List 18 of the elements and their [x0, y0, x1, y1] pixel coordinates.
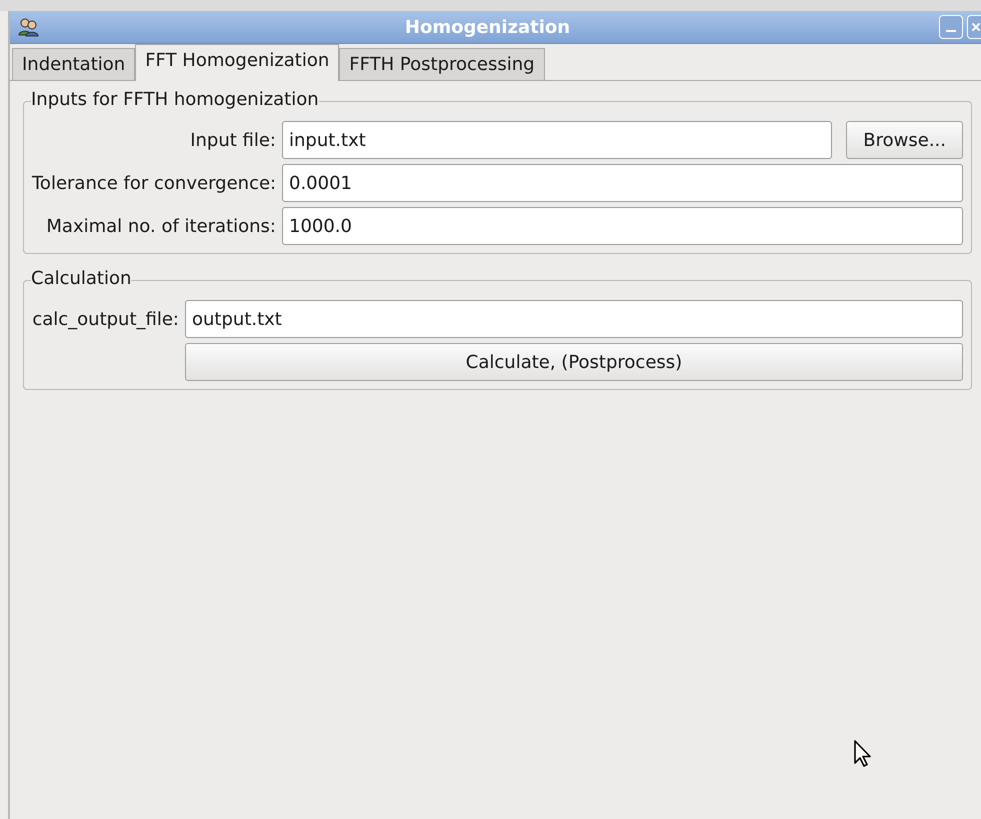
users-icon	[18, 17, 40, 37]
browse-button[interactable]: Browse...	[846, 121, 963, 159]
minimize-button[interactable]	[939, 15, 963, 39]
tab[interactable]: FFTH Postprocessing	[339, 48, 545, 80]
text-field[interactable]: output.txt	[185, 300, 963, 338]
field-label: Tolerance for convergence:	[32, 172, 276, 196]
group-title: Inputs for FFTH homogenization	[31, 88, 319, 112]
tab[interactable]: Indentation	[12, 48, 136, 80]
text-field[interactable]: 0.0001	[282, 164, 963, 202]
field-label: Maximal no. of iterations:	[45, 214, 276, 238]
field-label: Input file:	[189, 128, 276, 152]
close-button[interactable]	[967, 15, 981, 39]
text-field[interactable]: 1000.0	[282, 207, 963, 245]
window-title: Homogenization	[404, 16, 572, 40]
text-field[interactable]: input.txt	[282, 121, 832, 159]
tab[interactable]: FFT Homogenization	[135, 44, 340, 81]
calculate-button[interactable]: Calculate, (Postprocess)	[185, 343, 963, 381]
field-label: calc_output_file:	[32, 308, 179, 332]
